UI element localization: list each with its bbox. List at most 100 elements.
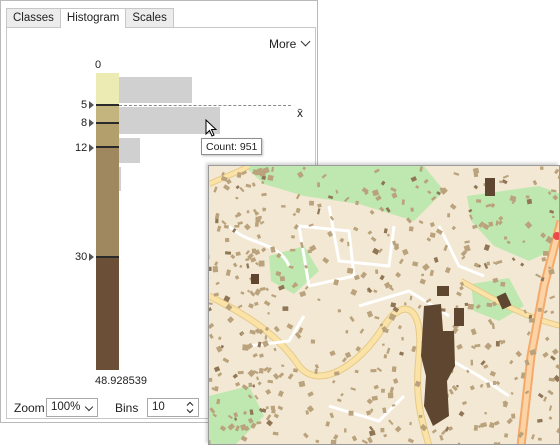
building bbox=[282, 306, 289, 311]
building bbox=[261, 192, 267, 197]
building bbox=[401, 336, 404, 341]
building bbox=[520, 262, 525, 267]
building bbox=[515, 350, 522, 358]
building bbox=[429, 269, 435, 277]
building bbox=[234, 275, 240, 280]
building bbox=[245, 183, 252, 188]
building bbox=[290, 248, 296, 252]
building bbox=[344, 428, 347, 433]
building bbox=[426, 237, 432, 242]
building bbox=[258, 260, 265, 267]
building bbox=[237, 221, 243, 226]
building bbox=[484, 342, 492, 351]
building bbox=[448, 388, 454, 395]
building bbox=[298, 380, 306, 388]
building bbox=[418, 220, 424, 225]
building bbox=[480, 360, 486, 366]
building bbox=[410, 207, 414, 212]
building bbox=[334, 371, 340, 376]
building bbox=[257, 341, 262, 348]
class-swatch-1 bbox=[96, 73, 119, 105]
building bbox=[444, 266, 451, 274]
zoom-dropdown[interactable]: 100% bbox=[46, 398, 98, 417]
building bbox=[361, 439, 368, 444]
building bbox=[543, 251, 549, 256]
histogram-bin-4 bbox=[119, 167, 121, 191]
building bbox=[502, 174, 509, 179]
building bbox=[317, 203, 322, 208]
building bbox=[464, 302, 469, 307]
break-handle-3-icon[interactable] bbox=[89, 144, 94, 152]
building bbox=[310, 339, 316, 344]
building bbox=[367, 436, 373, 444]
building bbox=[256, 376, 259, 381]
building bbox=[240, 291, 245, 295]
break-line-3 bbox=[96, 146, 119, 148]
building bbox=[494, 420, 500, 426]
break-handle-1-icon[interactable] bbox=[89, 101, 94, 109]
building bbox=[345, 329, 349, 334]
map-preview[interactable] bbox=[208, 165, 560, 445]
building bbox=[503, 433, 509, 438]
break-handle-4-icon[interactable] bbox=[89, 253, 94, 261]
building bbox=[555, 364, 559, 370]
building bbox=[218, 336, 222, 340]
building bbox=[239, 264, 243, 269]
building bbox=[316, 208, 321, 215]
tab-scales[interactable]: Scales bbox=[125, 8, 174, 27]
break-line-2 bbox=[96, 122, 119, 124]
zoom-value: 100% bbox=[51, 401, 81, 413]
building bbox=[371, 395, 378, 401]
building bbox=[327, 230, 334, 238]
building bbox=[265, 406, 269, 409]
break-label-4: 30 bbox=[75, 251, 88, 263]
building bbox=[383, 354, 388, 359]
building bbox=[484, 411, 487, 415]
more-menu-button[interactable]: More bbox=[269, 36, 311, 51]
building bbox=[486, 261, 491, 266]
building bbox=[258, 215, 262, 219]
building bbox=[473, 424, 479, 431]
building bbox=[543, 396, 548, 402]
building bbox=[222, 357, 230, 364]
building bbox=[429, 221, 435, 228]
tab-classes[interactable]: Classes bbox=[6, 8, 61, 27]
building bbox=[340, 392, 344, 397]
building bbox=[302, 432, 309, 439]
building bbox=[386, 233, 391, 237]
building bbox=[330, 439, 337, 444]
building bbox=[265, 388, 272, 395]
bins-input[interactable]: 10 bbox=[147, 398, 199, 417]
building bbox=[379, 274, 385, 281]
building bbox=[258, 353, 264, 358]
building bbox=[292, 212, 297, 217]
building bbox=[552, 215, 555, 218]
tab-histogram[interactable]: Histogram bbox=[59, 8, 127, 28]
building bbox=[472, 167, 480, 175]
building bbox=[514, 376, 519, 381]
building bbox=[500, 281, 506, 287]
building bbox=[483, 244, 491, 252]
building bbox=[401, 248, 409, 256]
building bbox=[544, 336, 550, 342]
building bbox=[526, 198, 533, 205]
break-handle-2-icon[interactable] bbox=[89, 119, 94, 127]
mean-line bbox=[119, 105, 291, 106]
building bbox=[373, 384, 379, 390]
building bbox=[370, 236, 377, 242]
building bbox=[270, 405, 276, 411]
building bbox=[209, 307, 212, 312]
spinner-arrows-icon[interactable] bbox=[185, 400, 195, 415]
building bbox=[367, 230, 373, 235]
building bbox=[459, 285, 464, 291]
building bbox=[387, 392, 394, 399]
building bbox=[475, 199, 482, 203]
building bbox=[337, 398, 342, 403]
building bbox=[447, 213, 451, 218]
building bbox=[349, 316, 355, 323]
building bbox=[344, 351, 352, 359]
building bbox=[230, 254, 236, 260]
building bbox=[443, 244, 449, 252]
building bbox=[347, 241, 350, 247]
building bbox=[346, 267, 354, 274]
